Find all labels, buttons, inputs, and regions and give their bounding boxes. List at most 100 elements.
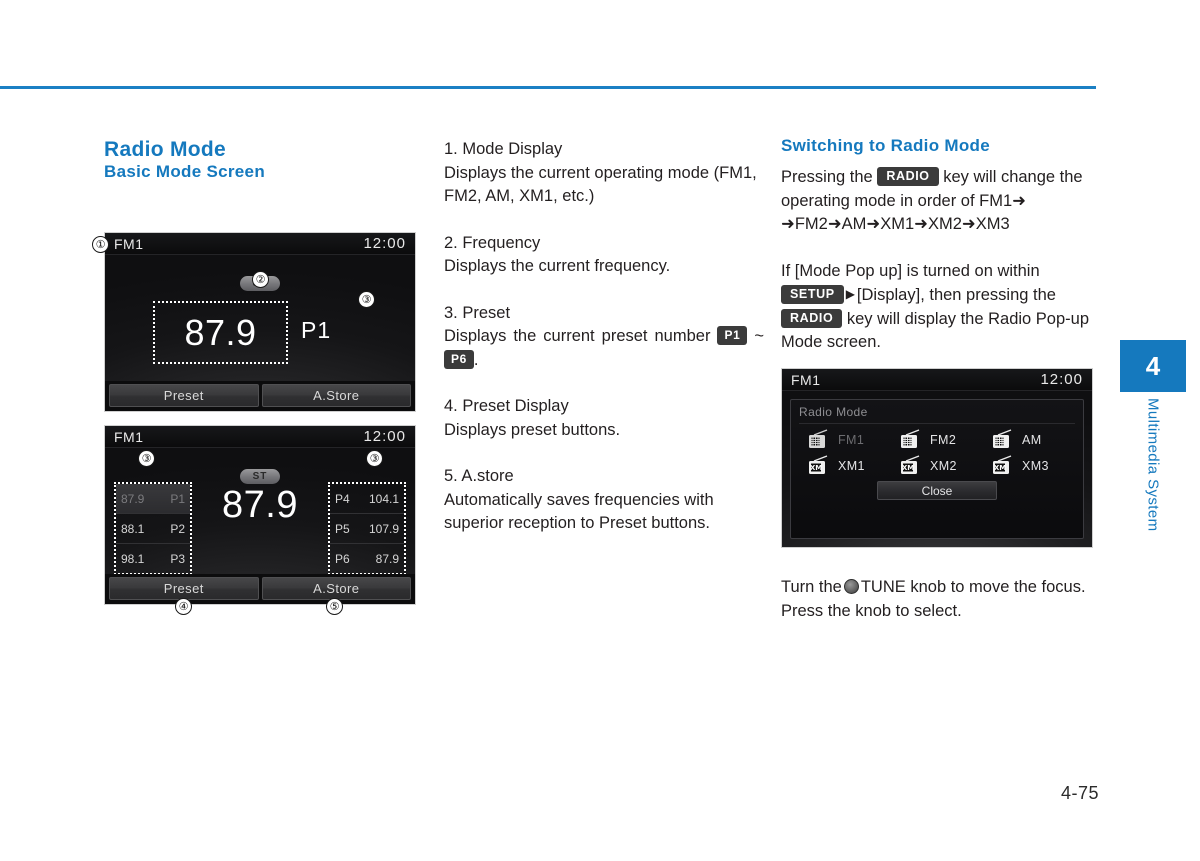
screen2-titlebar: FM1 12:00	[105, 426, 415, 448]
right-column: Switching to Radio Mode Pressing the RAD…	[781, 136, 1096, 355]
screen2-content: ST 87.9 87.9 P1 88.1 P2 98.1 P3 P4 104.1…	[105, 448, 415, 604]
mode-option-label: XM3	[1022, 459, 1049, 473]
astore-button[interactable]: A.Store	[261, 384, 411, 407]
preset-button[interactable]: Preset	[109, 577, 259, 600]
callout-marker-2: ②	[252, 271, 269, 288]
radio-xm-icon: XM	[991, 455, 1015, 477]
mode-option-fm1[interactable]: FM1	[799, 429, 891, 451]
preset-slot: P6	[335, 551, 350, 566]
preset-frequency: 107.9	[368, 521, 399, 536]
item-1-body: Displays the current operating mode (FM1…	[444, 163, 757, 206]
screen3-content: Radio Mode FM1 FM2 AM XM XM1 XM XM2 XM X…	[782, 391, 1092, 547]
preset-item[interactable]: P5 107.9	[330, 514, 404, 544]
para1-text-a: Pressing the	[781, 168, 873, 186]
svg-text:XM: XM	[810, 464, 822, 472]
callout-marker-5: ⑤	[326, 598, 343, 615]
screen3-titlebar: FM1 12:00	[782, 369, 1092, 391]
mode-option-fm2[interactable]: FM2	[891, 429, 983, 451]
preset-slot: P2	[170, 521, 185, 536]
item-2-body: Displays the current frequency.	[444, 257, 671, 275]
item-4-body: Displays preset buttons.	[444, 420, 621, 439]
radio-fm-icon	[807, 429, 831, 451]
tune-knob-paragraph: Turn the TUNE knob to move the focus. Pre…	[781, 576, 1096, 623]
radio-fm-icon	[991, 429, 1015, 451]
preset-item[interactable]: 87.9 P1	[116, 484, 190, 514]
chapter-tab-number: 4	[1120, 340, 1186, 392]
tune-knob-icon	[843, 579, 859, 594]
svg-text:XM: XM	[902, 464, 914, 472]
callout-marker-3b: ③	[138, 450, 155, 467]
preset-slot: P1	[170, 491, 185, 506]
setup-key-chip: SETUP	[781, 285, 844, 304]
left-column: Radio Mode Basic Mode Screen	[104, 138, 424, 182]
para2-text-a: If [Mode Pop up] is turned on within	[781, 261, 1040, 280]
screen2-mode-label: FM1	[114, 428, 144, 445]
screen3-mode-label: FM1	[791, 371, 821, 388]
preset-button[interactable]: Preset	[109, 384, 259, 407]
radio-mode-dialog: Radio Mode FM1 FM2 AM XM XM1 XM XM2 XM X…	[790, 399, 1084, 539]
page-number: 4-75	[1060, 783, 1100, 803]
section-heading-basic-mode-screen: Basic Mode Screen	[104, 162, 265, 181]
preset-item[interactable]: P4 104.1	[330, 484, 404, 514]
mode-option-label: FM2	[930, 433, 957, 447]
radio-fm-icon	[899, 429, 923, 451]
radio-xm-icon: XM	[807, 455, 831, 477]
para3-text-a: Turn the	[781, 578, 842, 596]
header-divider	[0, 86, 1096, 89]
preset-frequency: 88.1	[121, 521, 145, 536]
basic-mode-screen-1: FM1 12:00 ST 87.9 P1 Preset A.Store	[104, 232, 416, 412]
preset-list-right: P4 104.1 P5 107.9 P6 87.9	[328, 482, 406, 575]
preset-frequency: 104.1	[368, 491, 399, 506]
preset-item[interactable]: 98.1 P3	[116, 544, 190, 573]
preset-slot: P5	[335, 521, 350, 536]
callout-marker-1: ①	[92, 236, 109, 253]
item-5-body: Automatically saves frequencies with sup…	[444, 490, 714, 533]
preset-list-left: 87.9 P1 88.1 P2 98.1 P3	[114, 482, 192, 575]
radio-key-chip: RADIO	[877, 167, 939, 186]
callout-marker-3a: ③	[358, 291, 375, 308]
mode-option-xm1[interactable]: XM XM1	[799, 455, 891, 477]
switching-paragraph-1: Pressing the RADIO key will change the o…	[781, 166, 1096, 237]
preset-p6-chip: P6	[444, 349, 474, 369]
screen2-button-bar: Preset A.Store	[105, 574, 415, 604]
range-separator: ~	[754, 327, 765, 345]
stereo-indicator-icon: ST	[240, 469, 280, 484]
screen1-mode-label: FM1	[114, 235, 144, 252]
para1-text-c: ➜FM2➜AM➜XM1➜XM2➜XM3	[781, 215, 1010, 233]
preset-frequency: 87.9	[375, 551, 399, 566]
screen2-clock: 12:00	[363, 428, 406, 445]
preset-slot: P3	[170, 551, 185, 566]
screen1-titlebar: FM1 12:00	[105, 233, 415, 255]
dialog-title: Radio Mode	[799, 405, 1075, 424]
tune-knob-paragraph-wrap: Turn the TUNE knob to move the focus. Pre…	[781, 576, 1096, 623]
preset-item[interactable]: 88.1 P2	[116, 514, 190, 544]
item-4-title: 4. Preset Display	[444, 397, 569, 415]
page-title: Radio Mode	[104, 138, 226, 161]
preset-slot: P4	[335, 491, 350, 506]
callout-marker-3c: ③	[366, 450, 383, 467]
mode-option-label: AM	[1022, 433, 1042, 447]
mode-option-xm3[interactable]: XM XM3	[983, 455, 1075, 477]
preset-frequency: 87.9	[121, 491, 145, 506]
mode-option-label: XM1	[838, 459, 865, 473]
item-2-title: 2. Frequency	[444, 233, 541, 252]
radio-xm-icon: XM	[899, 455, 923, 477]
mode-option-label: XM2	[930, 459, 957, 473]
item-3-body-text: Displays the current preset number	[444, 327, 711, 345]
screen1-clock: 12:00	[363, 235, 406, 252]
callout-marker-4: ④	[175, 598, 192, 615]
arrow-right-icon: ▶	[845, 287, 855, 301]
section-heading-switching-to-radio-mode: Switching to Radio Mode	[781, 136, 990, 155]
close-button[interactable]: Close	[877, 481, 997, 500]
mode-option-xm2[interactable]: XM XM2	[891, 455, 983, 477]
mode-option-am[interactable]: AM	[983, 429, 1075, 451]
item-5-title: 5. A.store	[444, 467, 514, 485]
switching-paragraph-2: If [Mode Pop up] is turned on within SET…	[781, 260, 1096, 355]
screen1-button-bar: Preset A.Store	[105, 381, 415, 411]
preset-item[interactable]: P6 87.9	[330, 544, 404, 573]
item-3-period: .	[473, 350, 479, 369]
screen1-frequency: 87.9	[184, 311, 257, 353]
astore-button[interactable]: A.Store	[261, 577, 411, 600]
screen3-clock: 12:00	[1040, 371, 1083, 388]
item-3-body: Displays the current preset number P1 ~ …	[444, 325, 764, 372]
